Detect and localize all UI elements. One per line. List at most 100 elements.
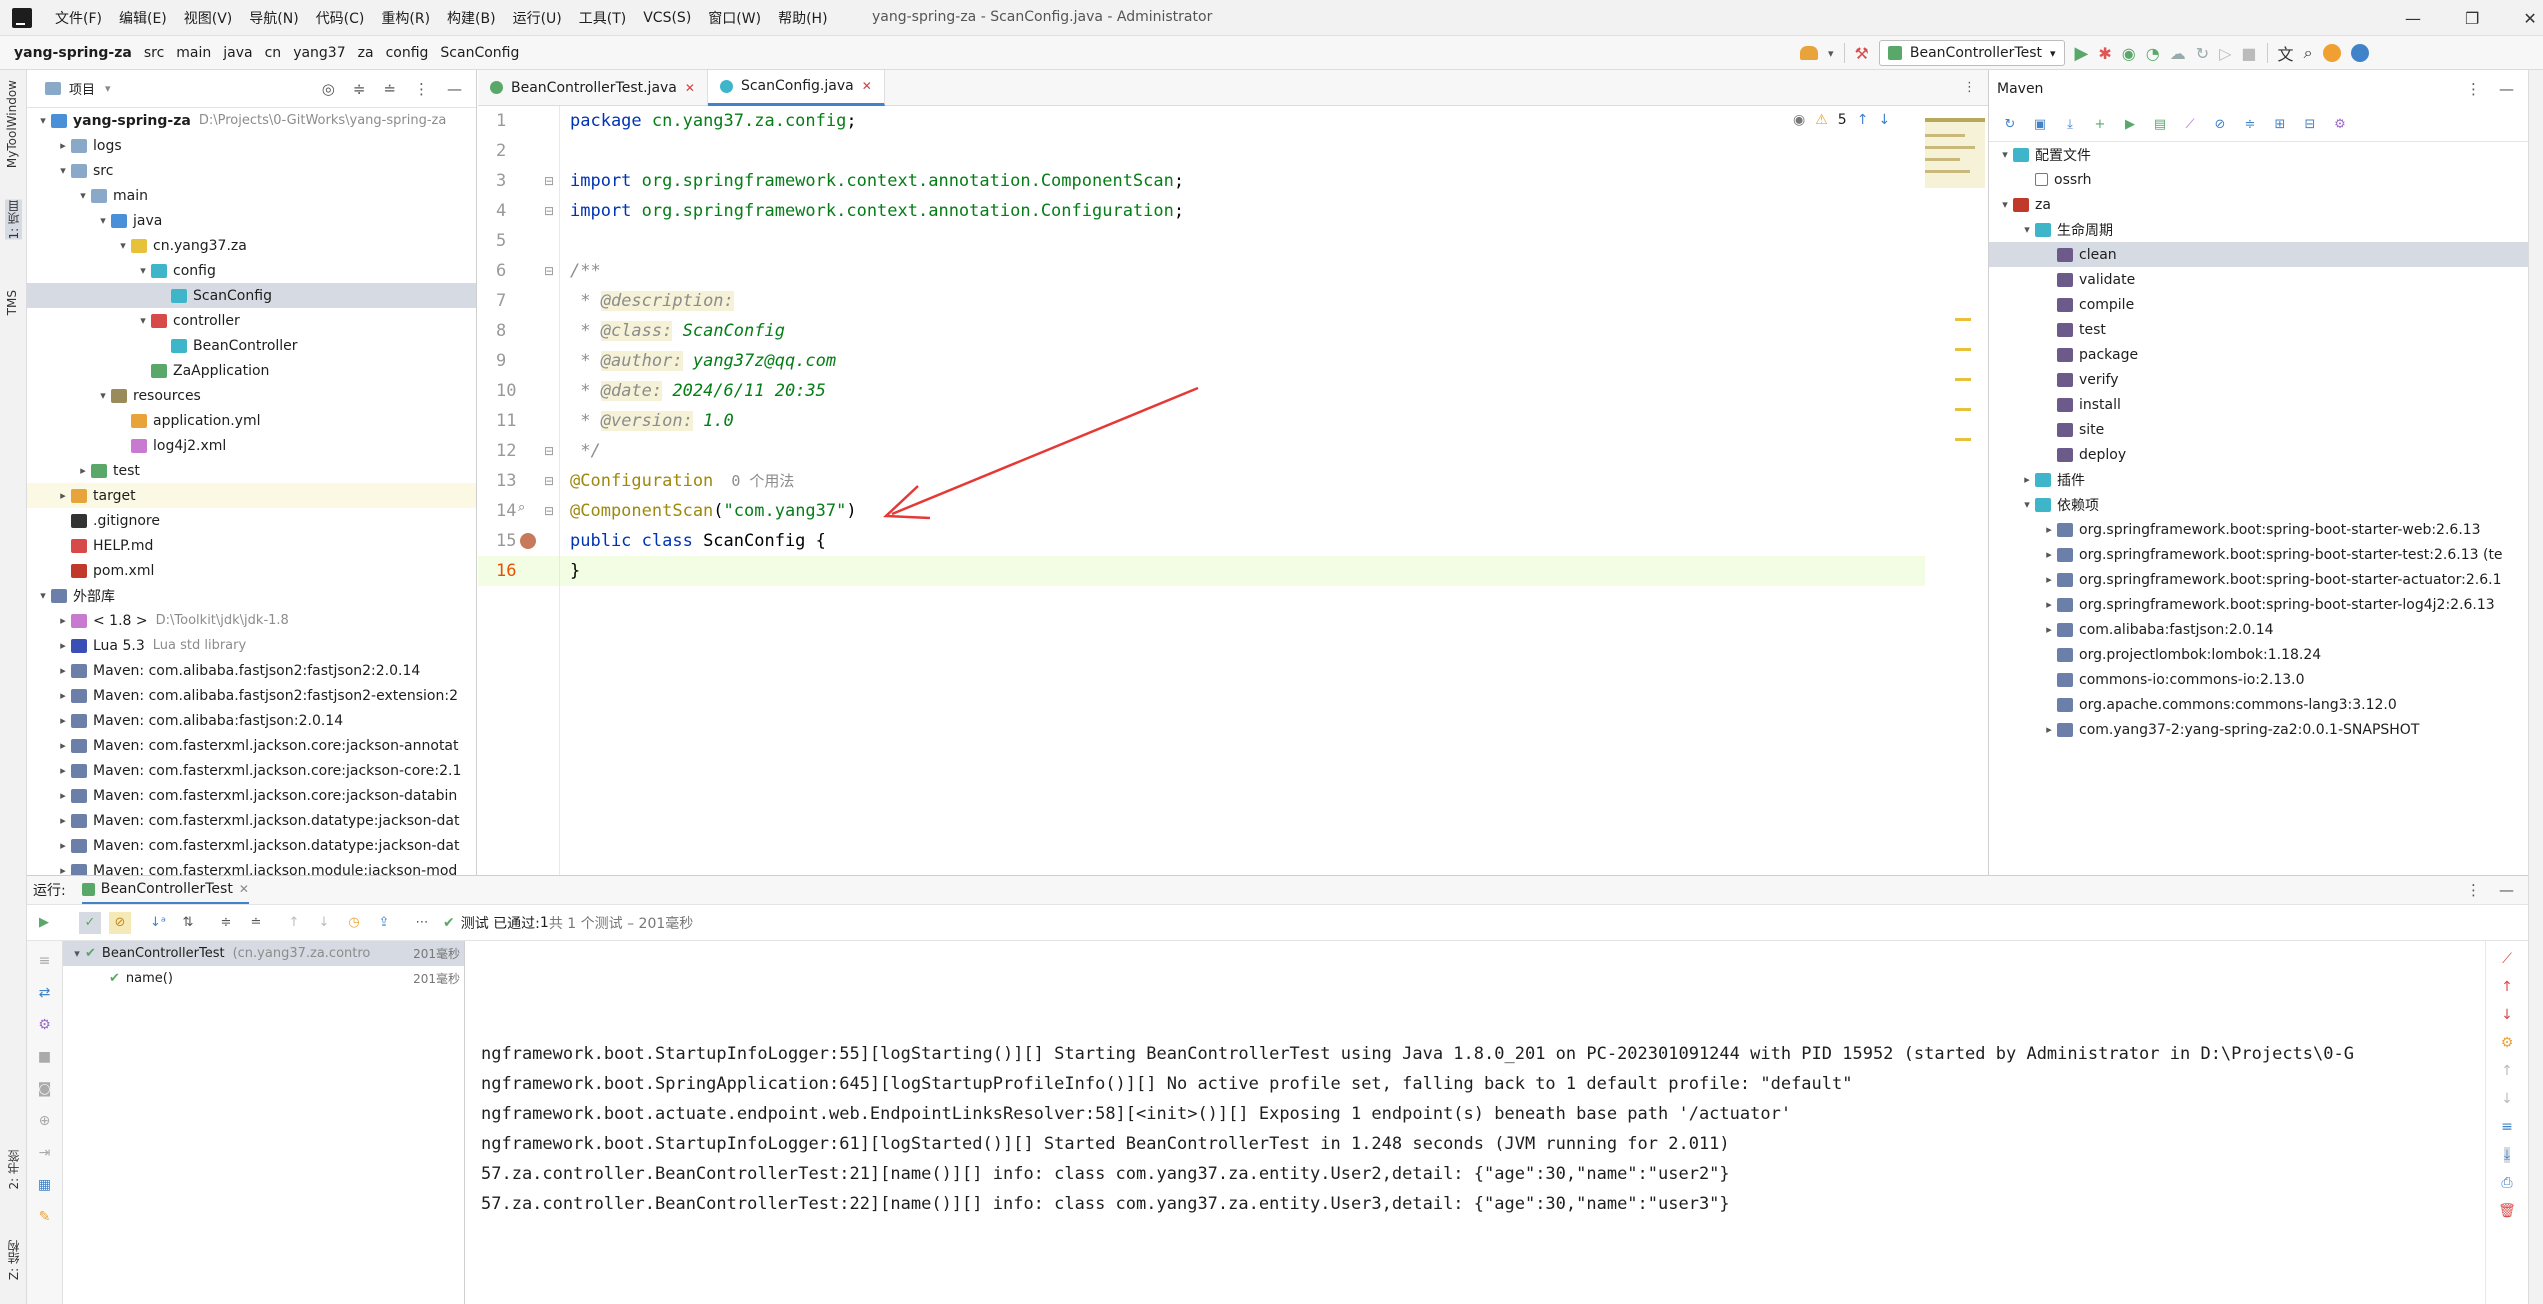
pin-tab-icon[interactable]: ✎ [39, 1209, 51, 1225]
coverage-icon[interactable]: ◉ [2122, 44, 2136, 63]
chevron-right-icon[interactable]: ▸ [75, 464, 91, 477]
options-icon[interactable]: ⋮ [2466, 80, 2481, 98]
settings-icon[interactable] [2350, 44, 2369, 62]
collapse-all-icon[interactable]: ≐ [245, 912, 267, 934]
collapse-all-icon[interactable]: ≐ [383, 80, 396, 98]
stop-icon[interactable]: ■ [2241, 44, 2256, 63]
hide-icon[interactable]: — [2499, 881, 2514, 899]
chevron-down-icon[interactable]: ▾ [135, 264, 151, 277]
menu-item[interactable]: 文件(F) [55, 8, 102, 28]
print-icon[interactable]: ⎙ [2501, 1175, 2512, 1191]
chevron-right-icon[interactable]: ▸ [55, 814, 71, 827]
chevron-down-icon[interactable]: ▾ [35, 114, 51, 127]
reader-mode-icon[interactable]: ◉ [1793, 112, 1805, 128]
project-tree-item[interactable]: BeanController [27, 333, 476, 358]
maven-item[interactable]: commons-io:commons-io:2.13.0 [1989, 667, 2528, 692]
chevron-right-icon[interactable]: ▸ [2041, 598, 2057, 611]
chevron-right-icon[interactable]: ▸ [55, 489, 71, 502]
maven-item[interactable]: compile [1989, 292, 2528, 317]
project-tree-item[interactable]: ▸ Maven: com.alibaba.fastjson2:fastjson2-… [27, 683, 476, 708]
project-tree-item[interactable]: log4j2.xml [27, 433, 476, 458]
chevron-down-icon[interactable]: ▾ [1997, 198, 2013, 211]
next-highlight-icon[interactable]: ↓ [1878, 112, 1890, 128]
run-tab[interactable]: BeanControllerTest ✕ [81, 876, 249, 904]
breadcrumb-item[interactable]: yang-spring-za [14, 45, 132, 61]
fold-marker-icon[interactable]: ⊟ [544, 444, 554, 458]
scroll-up-icon[interactable]: ↑ [2501, 1063, 2513, 1079]
run-configuration-select[interactable]: BeanControllerTest ▾ [1878, 40, 2065, 66]
project-tree-item[interactable]: ▸ Maven: com.fasterxml.jackson.datatype:j… [27, 833, 476, 858]
vcs-user-icon[interactable] [1800, 46, 1818, 60]
up-icon[interactable]: ↑ [2501, 979, 2513, 995]
step-icon[interactable]: ▷ [2219, 44, 2231, 63]
expand-all-icon[interactable]: ≑ [353, 80, 366, 98]
menu-item[interactable]: 编辑(E) [119, 8, 167, 28]
settings-icon[interactable]: ⚙ [38, 1017, 51, 1033]
search-icon[interactable]: ⌕ [2304, 43, 2313, 63]
down-icon[interactable]: ↓ [2501, 1007, 2513, 1023]
filter-icon[interactable]: ⚙ [2501, 1035, 2514, 1051]
download-icon[interactable]: ⤓ [2059, 114, 2081, 136]
menu-item[interactable]: 运行(U) [513, 8, 562, 28]
fold-marker-icon[interactable]: ⊟ [544, 204, 554, 218]
chevron-right-icon[interactable]: ▸ [55, 664, 71, 677]
soft-wrap-icon[interactable]: ≡ [2501, 1119, 2513, 1135]
diagram-icon[interactable]: ⊟ [2299, 114, 2321, 136]
project-tree-item[interactable]: ▾ yang-spring-za D:\Projects\0-GitWorks\ya… [27, 108, 476, 133]
locate-icon[interactable]: ◎ [322, 80, 335, 98]
chevron-down-icon[interactable]: ▾ [75, 189, 91, 202]
menu-item[interactable]: 工具(T) [579, 8, 626, 28]
show-dependencies-icon[interactable]: ⊞ [2269, 114, 2291, 136]
maven-item[interactable]: ▸ com.alibaba:fastjson:2.0.14 [1989, 617, 2528, 642]
project-tree-item[interactable]: ▸ Maven: com.alibaba:fastjson:2.0.14 [27, 708, 476, 733]
more-icon[interactable]: ⋯ [411, 912, 433, 934]
tms-tab[interactable]: TMS [5, 290, 19, 315]
maven-item[interactable]: ▾ za [1989, 192, 2528, 217]
project-tree-item[interactable]: ▸ Maven: com.fasterxml.jackson.core:jacks… [27, 733, 476, 758]
code-editor[interactable]: package cn.yang37.za.config; import org.s… [560, 106, 1925, 875]
menu-item[interactable]: 导航(N) [249, 8, 298, 28]
maven-item[interactable]: clean [1989, 242, 2528, 267]
project-tree-item[interactable]: ▾ controller [27, 308, 476, 333]
options-icon[interactable]: ⋮ [414, 80, 429, 98]
breadcrumb-item[interactable]: za [358, 45, 374, 61]
settings-icon[interactable]: ⚙ [2329, 114, 2351, 136]
maven-item[interactable]: ▸ 插件 [1989, 467, 2528, 492]
breadcrumb-item[interactable]: main [176, 45, 211, 61]
project-tree-item[interactable]: ▸ test [27, 458, 476, 483]
project-tree-item[interactable]: ZaApplication [27, 358, 476, 383]
expand-all-icon[interactable]: ≑ [215, 912, 237, 934]
debug-icon[interactable]: ✱ [2098, 44, 2111, 63]
project-tree-item[interactable]: ▸ Maven: com.alibaba.fastjson2:fastjson2:… [27, 658, 476, 683]
history-icon[interactable]: ◷ [343, 912, 365, 934]
skip-tests-icon[interactable]: ⊘ [2209, 114, 2231, 136]
project-tree-item[interactable]: ▸ Maven: com.fasterxml.jackson.core:jacks… [27, 783, 476, 808]
execute-goal-icon[interactable]: ▤ [2149, 114, 2171, 136]
structure-tab[interactable]: Z: 结构 [5, 1240, 22, 1280]
maven-item[interactable]: ▾ 配置文件 [1989, 142, 2528, 167]
close-tab-icon[interactable]: ✕ [862, 79, 872, 93]
collapse-icon[interactable]: ≑ [2239, 114, 2261, 136]
fold-marker-icon[interactable]: ⊟ [544, 174, 554, 188]
chevron-down-icon[interactable]: ▾ [95, 389, 111, 402]
project-tab[interactable]: 1: 项目 [5, 200, 22, 240]
fold-marker-icon[interactable]: ⊟ [544, 264, 554, 278]
maven-item[interactable]: validate [1989, 267, 2528, 292]
breadcrumb-item[interactable]: config [386, 45, 429, 61]
maven-item[interactable]: site [1989, 417, 2528, 442]
options-icon[interactable]: ⋮ [1963, 80, 1976, 95]
clear-icon[interactable]: ⟋ [2502, 951, 2512, 967]
test-result-item[interactable]: ✔ name() 201毫秒 [63, 966, 464, 991]
scroll-down-icon[interactable]: ↓ [2501, 1091, 2513, 1107]
sort-duration-icon[interactable]: ⇅ [177, 912, 199, 934]
project-tree-item[interactable]: ▾ resources [27, 383, 476, 408]
bookmarks-tab[interactable]: 2: 书签 [5, 1150, 22, 1190]
close-tab-icon[interactable]: ✕ [239, 882, 249, 896]
export-icon[interactable]: ⇪ [373, 912, 395, 934]
maven-item[interactable]: package [1989, 342, 2528, 367]
chevron-down-icon[interactable]: ▾ [115, 239, 131, 252]
breadcrumb-item[interactable]: cn [265, 45, 282, 61]
chevron-right-icon[interactable]: ▸ [55, 764, 71, 777]
maven-item[interactable]: verify [1989, 367, 2528, 392]
maven-item[interactable]: deploy [1989, 442, 2528, 467]
